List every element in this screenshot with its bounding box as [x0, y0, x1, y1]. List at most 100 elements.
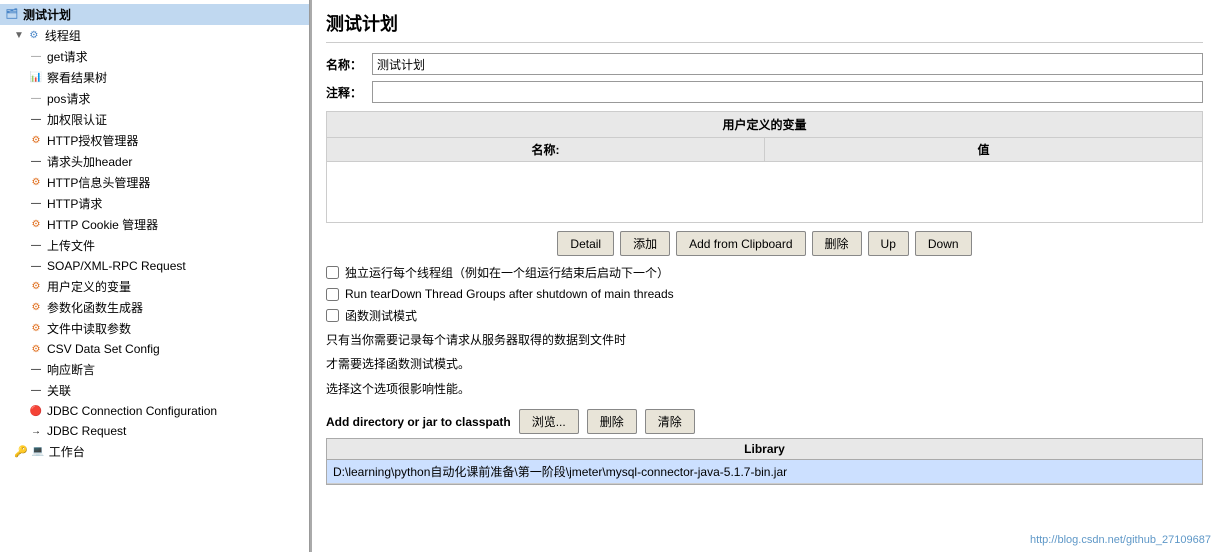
sidebar-item-soap[interactable]: — SOAP/XML-RPC Request — [0, 256, 309, 276]
sidebar-item-label: 加权限认证 — [47, 111, 107, 128]
warning-text: 选择这个选项很影响性能。 — [326, 379, 1203, 399]
browse-button[interactable]: 浏览... — [519, 409, 579, 434]
col-name: 名称: — [327, 138, 765, 161]
request-icon: — — [28, 49, 44, 65]
sidebar-item-label: 工作台 — [49, 443, 85, 460]
arrow-icon: ▼ — [14, 30, 24, 41]
checkbox3-row: 函数测试模式 — [326, 307, 1203, 324]
sidebar-item-label: get请求 — [47, 48, 88, 65]
page-title: 测试计划 — [326, 10, 1203, 43]
sidebar-item-label: JDBC Request — [47, 424, 126, 438]
sidebar-item-jdbc-config[interactable]: 🔴 JDBC Connection Configuration — [0, 401, 309, 421]
sidebar-item-label: 用户定义的变量 — [47, 278, 131, 295]
tree-icon: 📊 — [28, 70, 44, 86]
classpath-label: Add directory or jar to classpath — [326, 415, 511, 429]
user-vars-table: 名称: 值 — [326, 138, 1203, 223]
col-value: 值 — [765, 138, 1202, 161]
table-body — [327, 162, 1202, 222]
sidebar-item-workbench[interactable]: 🔑 💻 工作台 — [0, 441, 309, 462]
user-vars-icon: ⚙ — [28, 279, 44, 295]
action-buttons: Detail 添加 Add from Clipboard 删除 Up Down — [326, 231, 1203, 256]
name-input[interactable] — [372, 53, 1203, 75]
sidebar-item-test-plan[interactable]: 🗂 测试计划 — [0, 4, 309, 25]
sidebar-item-http-request[interactable]: — HTTP请求 — [0, 193, 309, 214]
sidebar-item-csv-extract[interactable]: ⚙ 文件中读取参数 — [0, 318, 309, 339]
http-auth-icon: ⚙ — [28, 133, 44, 149]
down-button[interactable]: Down — [915, 231, 972, 256]
http-req-icon: — — [28, 196, 44, 212]
sidebar-item-thread-group[interactable]: ▼ ⚙ 线程组 — [0, 25, 309, 46]
comment-label: 注释： — [326, 84, 366, 101]
test-plan-icon: 🗂 — [4, 7, 20, 23]
sidebar-item-auth[interactable]: — 加权限认证 — [0, 109, 309, 130]
pos-icon: — — [28, 91, 44, 107]
sidebar-item-label: 关联 — [47, 382, 71, 399]
checkbox2[interactable] — [326, 288, 339, 301]
add-from-clipboard-button[interactable]: Add from Clipboard — [676, 231, 805, 256]
http-header-icon: ⚙ — [28, 175, 44, 191]
auth-icon: — — [28, 112, 44, 128]
response-icon: — — [28, 362, 44, 378]
up-button[interactable]: Up — [868, 231, 909, 256]
table-header: 名称: 值 — [327, 138, 1202, 162]
sidebar-item-view-results[interactable]: 📊 察看结果树 — [0, 67, 309, 88]
clear-button[interactable]: 清除 — [645, 409, 695, 434]
main-panel: 测试计划 名称： 注释： 用户定义的变量 名称: 值 Detail 添加 Add… — [312, 0, 1217, 552]
sidebar-item-pos-request[interactable]: — pos请求 — [0, 88, 309, 109]
sidebar-item-label: 参数化函数生成器 — [47, 299, 143, 316]
sidebar-item-http-auth[interactable]: ⚙ HTTP授权管理器 — [0, 130, 309, 151]
sidebar-item-csv-config[interactable]: ⚙ CSV Data Set Config — [0, 339, 309, 359]
workbench-icon: 💻 — [30, 444, 46, 460]
sidebar-item-label: 测试计划 — [23, 6, 71, 23]
sidebar-item-label: 请求头加header — [47, 153, 132, 170]
sidebar-item-assertion[interactable]: — 关联 — [0, 380, 309, 401]
sidebar-item-param-gen[interactable]: ⚙ 参数化函数生成器 — [0, 297, 309, 318]
comment-input[interactable] — [372, 81, 1203, 103]
delete-button[interactable]: 删除 — [812, 231, 862, 256]
sidebar-item-label: 响应断言 — [47, 361, 95, 378]
sidebar-item-user-vars[interactable]: ⚙ 用户定义的变量 — [0, 276, 309, 297]
sidebar-item-label: 线程组 — [45, 27, 81, 44]
sidebar-item-get-request[interactable]: — get请求 — [0, 46, 309, 67]
library-header: Library — [327, 439, 1202, 460]
sidebar-item-label: 文件中读取参数 — [47, 320, 131, 337]
checkbox2-label: Run tearDown Thread Groups after shutdow… — [345, 287, 674, 301]
detail-button[interactable]: Detail — [557, 231, 614, 256]
name-row: 名称： — [326, 53, 1203, 75]
add-button[interactable]: 添加 — [620, 231, 670, 256]
info-text1: 只有当你需要记录每个请求从服务器取得的数据到文件时 — [326, 330, 1203, 350]
sidebar-item-label: 上传文件 — [47, 237, 95, 254]
jdbc-config-icon: 🔴 — [28, 403, 44, 419]
sidebar-item-header[interactable]: — 请求头加header — [0, 151, 309, 172]
assertion-icon: — — [28, 383, 44, 399]
header-icon: — — [28, 154, 44, 170]
sidebar-item-upload[interactable]: — 上传文件 — [0, 235, 309, 256]
classpath-bar: Add directory or jar to classpath 浏览... … — [326, 409, 1203, 434]
sidebar-item-http-cookie[interactable]: ⚙ HTTP Cookie 管理器 — [0, 214, 309, 235]
sidebar-item-label: HTTP Cookie 管理器 — [47, 216, 158, 233]
sidebar-item-jdbc-request[interactable]: → JDBC Request — [0, 421, 309, 441]
sidebar-item-label: JDBC Connection Configuration — [47, 404, 217, 418]
csv-extract-icon: ⚙ — [28, 321, 44, 337]
csv-config-icon: ⚙ — [28, 341, 44, 357]
sidebar-item-label: CSV Data Set Config — [47, 342, 160, 356]
info-text2: 才需要选择函数测试模式。 — [326, 354, 1203, 374]
sidebar-item-label: HTTP请求 — [47, 195, 102, 212]
sidebar-item-label: SOAP/XML-RPC Request — [47, 259, 186, 273]
sidebar-item-http-header[interactable]: ⚙ HTTP信息头管理器 — [0, 172, 309, 193]
checkbox1[interactable] — [326, 266, 339, 279]
checkbox2-row: Run tearDown Thread Groups after shutdow… — [326, 287, 1203, 301]
param-gen-icon: ⚙ — [28, 300, 44, 316]
sidebar: 🗂 测试计划 ▼ ⚙ 线程组 — get请求 📊 察看结果树 — pos请求 —… — [0, 0, 310, 552]
sidebar-item-label: pos请求 — [47, 90, 90, 107]
key-icon: 🔑 — [14, 445, 28, 458]
comment-row: 注释： — [326, 81, 1203, 103]
checkbox3-label: 函数测试模式 — [345, 307, 417, 324]
checkbox3[interactable] — [326, 309, 339, 322]
library-row[interactable]: D:\learning\python自动化课前准备\第一阶段\jmeter\my… — [327, 460, 1202, 484]
sidebar-item-response[interactable]: — 响应断言 — [0, 359, 309, 380]
sidebar-item-label: HTTP信息头管理器 — [47, 174, 150, 191]
remove-button[interactable]: 删除 — [587, 409, 637, 434]
upload-icon: — — [28, 238, 44, 254]
jdbc-req-icon: → — [28, 423, 44, 439]
